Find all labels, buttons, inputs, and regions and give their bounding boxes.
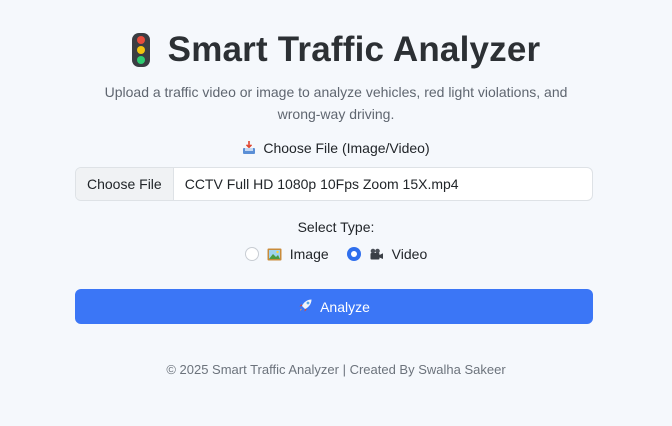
page-subtitle: Upload a traffic video or image to analy…: [104, 84, 568, 122]
select-type-label: Select Type:: [297, 219, 375, 235]
analyze-button[interactable]: Analyze: [75, 289, 593, 324]
file-input[interactable]: Choose File CCTV Full HD 1080p 10Fps Zoo…: [75, 167, 593, 201]
type-radio-group: Image Video: [0, 246, 672, 262]
inbox-tray-icon: [242, 141, 256, 155]
traffic-light-icon: [131, 33, 150, 67]
selected-file-name: CCTV Full HD 1080p 10Fps Zoom 15X.mp4: [184, 176, 459, 192]
image-radio[interactable]: [244, 247, 259, 261]
choose-file-button[interactable]: Choose File: [76, 168, 174, 200]
file-label: Choose File (Image/Video): [0, 140, 672, 156]
radio-option-image[interactable]: Image: [244, 246, 329, 262]
image-option-label: Image: [289, 246, 329, 262]
footer-text: © 2025 Smart Traffic Analyzer | Created …: [166, 362, 506, 377]
radio-option-video[interactable]: Video: [346, 246, 428, 262]
page-title: Smart Traffic Analyzer: [167, 30, 541, 69]
rocket-icon: [298, 298, 313, 316]
file-label-text: Choose File (Image/Video): [263, 140, 430, 156]
video-option-label: Video: [391, 246, 428, 262]
movie-camera-icon: [369, 248, 384, 261]
page: Smart Traffic Analyzer Upload a traffic …: [0, 0, 672, 426]
header: Smart Traffic Analyzer: [0, 30, 672, 70]
framed-picture-icon: [267, 248, 282, 261]
analyze-button-label: Analyze: [320, 298, 370, 315]
video-radio[interactable]: [346, 247, 361, 261]
